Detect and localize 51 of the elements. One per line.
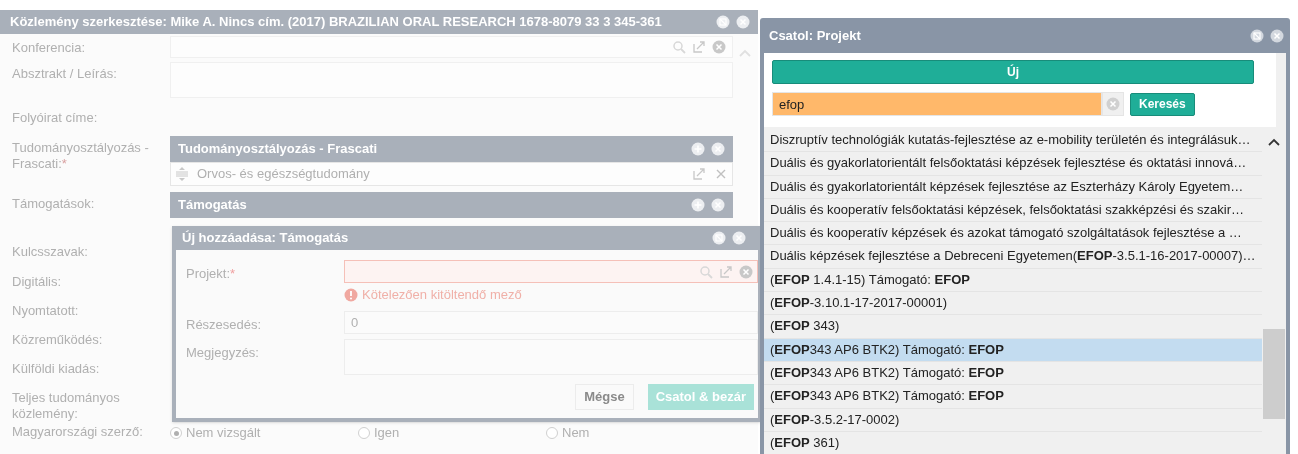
remove-icon[interactable] (711, 142, 725, 156)
restore-icon[interactable] (712, 231, 726, 245)
field-label: Teljes tudományos közlemény: (12, 389, 121, 422)
field-label: Absztrakt / Leírás: (12, 65, 118, 83)
field-label: Külföldi kiadás: (12, 360, 101, 378)
field-label: Megjegyzés: (186, 343, 260, 362)
alert-icon (344, 288, 358, 302)
restore-icon[interactable] (1250, 28, 1264, 43)
field-label: Konferencia: (12, 39, 86, 57)
lookup-field[interactable] (344, 260, 758, 283)
window-title: Közlemény szerkesztése: Mike A. Nincs cím. (2017) BRAZILIAN ORAL RESEARCH 1678-8079 33 3 345-361 (0, 10, 758, 34)
result-item[interactable]: (EFOP343 AP6 BTK2) Támogató: EFOP (764, 338, 1262, 362)
dialog-title: Új hozzáadása: Támogatás (182, 229, 349, 248)
field-label: Támogatások: (12, 195, 96, 213)
field-label: Nyomtatott: (12, 302, 80, 320)
panel-title: Tudományosztályozás - Frascati (178, 140, 378, 159)
add-icon[interactable] (691, 198, 705, 212)
error-message: Kötelezően kitöltendő mező (362, 286, 522, 305)
open-link-icon[interactable] (692, 40, 706, 54)
field-label: Folyóirat címe: (12, 109, 99, 127)
field-label: Részesedés: (186, 316, 263, 334)
remove-icon[interactable] (711, 198, 725, 212)
field-label: Tudományosztályozás - Frascati:* (12, 139, 150, 173)
field-label: Projekt:* (186, 265, 237, 283)
close-icon[interactable] (732, 231, 746, 245)
radio-button[interactable] (170, 427, 182, 439)
restore-icon[interactable] (716, 15, 730, 29)
radio-button[interactable] (358, 427, 370, 439)
remove-icon[interactable] (714, 167, 728, 181)
field-label: Közreműködés: (12, 331, 104, 349)
drag-handle-icon[interactable] (175, 167, 189, 181)
field-label: Digitális: (12, 273, 63, 291)
radio-button[interactable] (546, 427, 558, 439)
close-icon[interactable] (736, 15, 750, 29)
clear-icon[interactable] (712, 40, 726, 54)
search-icon[interactable] (699, 264, 713, 279)
field-label: Kulcsszavak: (12, 243, 89, 261)
close-icon[interactable] (1270, 28, 1284, 43)
open-link-icon[interactable] (719, 264, 733, 279)
field-label: Magyarországi szerző: (12, 423, 144, 441)
search-icon[interactable] (672, 40, 686, 54)
scroll-thumb[interactable] (1263, 329, 1285, 419)
row-text: Orvos- és egészségtudomány (197, 165, 371, 184)
search-field[interactable]: efop (772, 92, 1102, 116)
text-area[interactable] (344, 338, 758, 375)
clear-icon[interactable] (1106, 97, 1120, 111)
clear-icon[interactable] (739, 264, 753, 279)
dialog-title: Csatol: Projekt (769, 26, 861, 45)
panel-title: Támogatás (178, 196, 247, 215)
open-link-icon[interactable] (692, 167, 706, 181)
add-icon[interactable] (691, 142, 705, 156)
